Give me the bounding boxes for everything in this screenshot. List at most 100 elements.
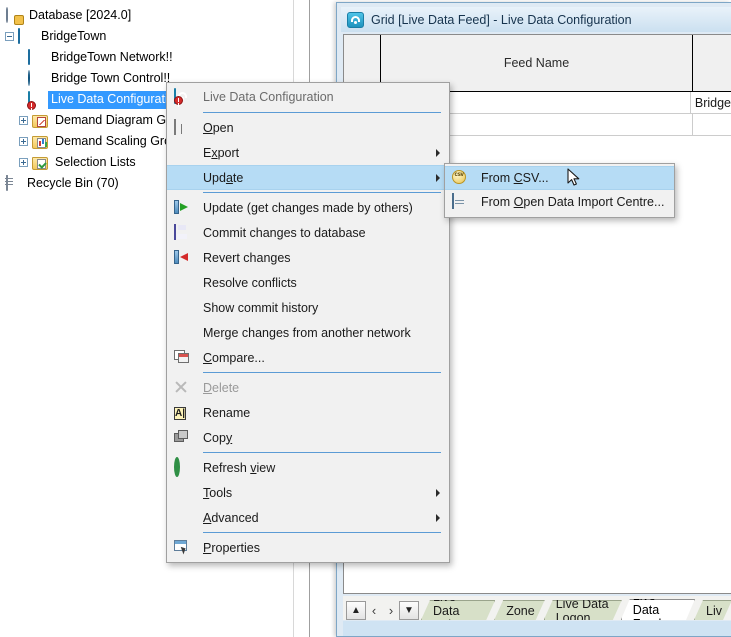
tree-node-label: Database [2024.0] <box>29 7 132 22</box>
tree-node-label: Selection Lists <box>55 154 136 169</box>
live-data-icon <box>174 88 191 105</box>
expand-toggle-selection-lists[interactable] <box>19 158 28 167</box>
menu-item-update-get-changes[interactable]: Update (get changes made by others) <box>167 195 449 220</box>
grid-tab-bar: ▲ ‹ › ▼ Live Data Point Zone Live Data L… <box>343 596 731 620</box>
tab-live-data-logon[interactable]: Live Data Logon <box>544 600 622 620</box>
menu-item-label: Revert changes <box>203 250 291 265</box>
menu-item-copy[interactable]: Copy <box>167 425 449 450</box>
menu-item-refresh-view[interactable]: Refresh view <box>167 455 449 480</box>
menu-item-export[interactable]: Export <box>167 140 449 165</box>
menu-item-label: Properties <box>203 540 260 555</box>
rename-icon: A| <box>174 406 187 420</box>
context-menu: Live Data Configuration Open Export Upda… <box>166 82 450 563</box>
tree-node-bridgetown-network[interactable]: BridgeTown Network!! <box>0 47 294 68</box>
menu-item-advanced[interactable]: Advanced <box>167 505 449 530</box>
menu-item-label: Update <box>203 170 244 185</box>
tab-list: Live Data Point Zone Live Data Logon Liv… <box>421 599 731 620</box>
menu-item-label: Update (get changes made by others) <box>203 200 413 215</box>
update-arrow-icon <box>174 200 191 216</box>
menu-item-compare[interactable]: Compare... <box>167 345 449 370</box>
menu-item-label: Tools <box>203 485 233 500</box>
refresh-icon <box>174 456 191 477</box>
submenu-item-from-csv[interactable]: csv From CSV... <box>445 166 674 190</box>
tab-live-data-point[interactable]: Live Data Point <box>421 600 495 620</box>
menu-separator <box>203 452 441 453</box>
csv-icon: csv <box>454 172 464 178</box>
chevron-right-icon <box>436 488 440 497</box>
menu-item-show-commit-history[interactable]: Show commit history <box>167 295 449 320</box>
grid-status-strip <box>343 621 731 636</box>
save-icon <box>174 223 191 241</box>
folder-selection-lists-icon <box>32 155 49 171</box>
copy-icon <box>174 430 191 446</box>
menu-separator <box>203 112 441 113</box>
tab-zone[interactable]: Zone <box>494 600 545 620</box>
live-data-icon <box>347 11 364 28</box>
tree-node-label: Bridge Town Control!! <box>51 70 171 85</box>
tab-nav-next-button[interactable]: › <box>382 601 400 620</box>
tree-node-database[interactable]: Database [2024.0] <box>0 5 294 26</box>
submenu-item-from-open-data-import-centre[interactable]: From Open Data Import Centre... <box>445 190 674 214</box>
chevron-right-icon <box>436 173 440 182</box>
menu-item-label: Show commit history <box>203 300 319 315</box>
menu-item-revert-changes[interactable]: Revert changes <box>167 245 449 270</box>
delete-icon <box>174 380 191 396</box>
network-icon <box>28 48 45 66</box>
compare-icon <box>174 350 191 366</box>
menu-item-update[interactable]: Update <box>167 165 449 190</box>
submenu-item-label: From CSV... <box>481 171 549 185</box>
tab-nav-prev-button[interactable]: ‹ <box>365 601 383 620</box>
chevron-right-icon <box>436 148 440 157</box>
menu-item-label: Compare... <box>203 350 265 365</box>
open-icon <box>174 118 191 136</box>
menu-item-tools[interactable]: Tools <box>167 480 449 505</box>
tab-live-data-feed[interactable]: Live Data Feed <box>621 599 695 620</box>
recycle-bin-icon <box>4 174 21 192</box>
folder-demand-scaling-icon <box>32 134 49 150</box>
grid-header-extra[interactable] <box>693 35 731 91</box>
update-submenu: csv From CSV... From Open Data Import Ce… <box>444 163 675 218</box>
menu-item-properties[interactable]: Properties <box>167 535 449 560</box>
menu-item-label: Open <box>203 120 234 135</box>
tree-node-label: BridgeTown <box>41 28 107 43</box>
cell-extra[interactable]: Bridge <box>691 92 731 113</box>
grid-window-titlebar[interactable]: Grid [Live Data Feed] - Live Data Config… <box>341 7 731 32</box>
database-icon <box>6 6 23 24</box>
folder-demand-diagram-icon <box>32 113 49 129</box>
menu-item-label: Commit changes to database <box>203 225 366 240</box>
context-menu-header: Live Data Configuration <box>167 84 449 110</box>
menu-item-label: Export <box>203 145 240 160</box>
network-group-icon <box>18 27 35 45</box>
cell-extra[interactable] <box>693 114 731 135</box>
screen: Database [2024.0] BridgeTown BridgeTown … <box>0 0 731 637</box>
menu-separator <box>203 532 441 533</box>
live-data-icon <box>27 90 45 110</box>
tab-navigation-buttons: ▲ ‹ › ▼ <box>346 600 419 620</box>
tab-nav-last-button[interactable]: ▼ <box>399 600 419 620</box>
collapse-toggle-bridgetown[interactable] <box>5 32 14 41</box>
grid-window-title: Grid [Live Data Feed] - Live Data Config… <box>371 12 632 27</box>
menu-item-label: Merge changes from another network <box>203 325 411 340</box>
tree-node-label: Live Data Configuration <box>48 90 185 109</box>
context-menu-header-label: Live Data Configuration <box>203 90 334 104</box>
menu-item-label: Rename <box>203 405 251 420</box>
menu-item-commit-changes[interactable]: Commit changes to database <box>167 220 449 245</box>
menu-separator <box>203 192 441 193</box>
menu-item-rename[interactable]: A| Rename <box>167 400 449 425</box>
menu-item-resolve-conflicts[interactable]: Resolve conflicts <box>167 270 449 295</box>
tree-node-label: Recycle Bin (70) <box>27 175 119 190</box>
submenu-item-label: From Open Data Import Centre... <box>481 195 665 209</box>
menu-item-merge-changes[interactable]: Merge changes from another network <box>167 320 449 345</box>
odic-icon <box>452 193 469 210</box>
tree-node-label: BridgeTown Network!! <box>51 49 173 64</box>
menu-item-label: Copy <box>203 430 233 445</box>
menu-item-label: Resolve conflicts <box>203 275 297 290</box>
tab-nav-first-button[interactable]: ▲ <box>346 600 366 620</box>
expand-toggle-demand-scaling-groups[interactable] <box>19 137 28 146</box>
expand-toggle-demand-diagram-groups[interactable] <box>19 116 28 125</box>
menu-item-label: Delete <box>203 380 240 395</box>
tree-node-bridgetown[interactable]: BridgeTown <box>0 26 294 47</box>
menu-item-open[interactable]: Open <box>167 115 449 140</box>
menu-item-label: Refresh view <box>203 460 276 475</box>
tab-live-data-next[interactable]: Liv <box>694 600 731 620</box>
